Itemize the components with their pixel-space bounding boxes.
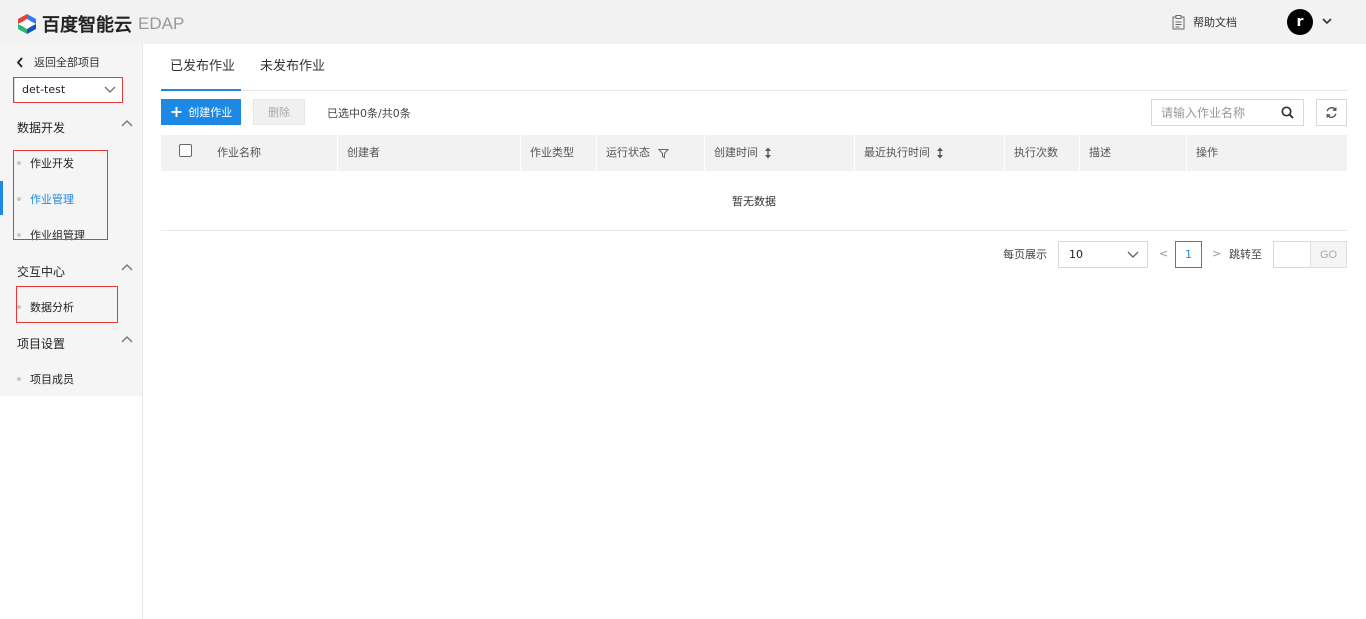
tab-unpublished-jobs[interactable]: 未发布作业 <box>260 55 325 74</box>
document-icon <box>1172 14 1185 29</box>
column-divider <box>1079 135 1080 171</box>
column-divider <box>337 135 338 171</box>
column-header-label: 运行状态 <box>606 146 650 159</box>
chevron-up-icon[interactable] <box>121 119 133 129</box>
column-divider <box>1004 135 1005 171</box>
chevron-up-icon[interactable] <box>121 335 133 345</box>
user-avatar[interactable]: r <box>1287 9 1313 35</box>
page-size-value: 10 <box>1069 248 1083 261</box>
page-button-current[interactable]: 1 <box>1175 241 1202 268</box>
product-name: EDAP <box>138 14 185 33</box>
column-header-job-type: 作业类型 <box>530 146 574 159</box>
help-docs-link[interactable]: 帮助文档 <box>1172 14 1237 30</box>
column-header-label: 最近执行时间 <box>864 146 930 159</box>
back-label: 返回全部项目 <box>34 56 100 69</box>
cloud-logo-icon <box>18 14 36 34</box>
table-empty-state: 暂无数据 <box>161 171 1347 231</box>
sort-icon[interactable] <box>936 147 944 159</box>
brand-logo[interactable]: 百度智能云 EDAP <box>16 11 184 37</box>
nav-group-data-dev[interactable]: 数据开发 <box>17 119 65 136</box>
refresh-icon <box>1326 107 1337 118</box>
page-size-select[interactable]: 10 <box>1058 241 1148 268</box>
back-to-projects-link[interactable]: 返回全部项目 <box>16 54 100 70</box>
chevron-down-icon[interactable] <box>1321 15 1333 27</box>
column-divider <box>596 135 597 171</box>
column-divider <box>854 135 855 171</box>
active-tab-underline <box>161 89 241 91</box>
column-header-description: 描述 <box>1089 146 1111 159</box>
highlight-box-project-select <box>13 77 123 103</box>
table-header: 作业名称 创建者 作业类型 运行状态 创建时间 最近执行时间 执行次数 描述 操… <box>161 135 1347 171</box>
jump-page-input[interactable] <box>1273 241 1311 268</box>
tab-published-jobs[interactable]: 已发布作业 <box>170 55 235 74</box>
filter-icon[interactable] <box>658 148 669 159</box>
refresh-button[interactable] <box>1316 99 1347 126</box>
prev-page-button[interactable]: < <box>1159 247 1168 260</box>
per-page-label: 每页展示 <box>1003 248 1047 261</box>
sidebar-item-project-members[interactable]: 项目成员 <box>17 371 74 387</box>
create-job-button[interactable]: + 创建作业 <box>161 99 241 125</box>
column-divider <box>1186 135 1187 171</box>
column-header-last-run-time[interactable]: 最近执行时间 <box>864 135 944 171</box>
job-search-box <box>1151 99 1304 126</box>
column-header-actions: 操作 <box>1196 146 1218 159</box>
help-docs-label: 帮助文档 <box>1193 16 1237 29</box>
column-header-label: 创建时间 <box>714 146 758 159</box>
plus-icon: + <box>169 102 184 121</box>
sidebar-item-label: 项目成员 <box>30 373 74 386</box>
highlight-box-data-analysis <box>16 286 118 323</box>
brand-name: 百度智能云 <box>42 15 132 36</box>
next-page-button[interactable]: > <box>1212 247 1221 260</box>
top-bar: 百度智能云 EDAP 帮助文档 r <box>0 0 1366 44</box>
create-job-label: 创建作业 <box>188 106 233 119</box>
column-header-creator: 创建者 <box>347 146 380 159</box>
nav-group-interaction[interactable]: 交互中心 <box>17 263 65 280</box>
bullet-icon <box>17 377 21 381</box>
search-icon[interactable] <box>1281 106 1294 119</box>
tabs-divider <box>161 90 1347 91</box>
column-header-created-time[interactable]: 创建时间 <box>714 135 772 171</box>
chevron-left-icon <box>16 56 23 68</box>
column-divider <box>520 135 521 171</box>
column-header-run-status[interactable]: 运行状态 <box>606 135 669 171</box>
chevron-down-icon <box>1127 251 1139 258</box>
column-divider <box>704 135 705 171</box>
select-all-checkbox[interactable] <box>179 144 192 157</box>
delete-button[interactable]: 删除 <box>253 99 305 125</box>
highlight-box-data-dev <box>13 150 108 240</box>
nav-group-project-settings[interactable]: 项目设置 <box>17 335 65 352</box>
go-button[interactable]: GO <box>1310 241 1347 268</box>
chevron-up-icon[interactable] <box>121 263 133 273</box>
column-header-job-name: 作业名称 <box>217 146 261 159</box>
selection-count: 已选中0条/共0条 <box>327 107 411 120</box>
job-search-input[interactable] <box>1152 100 1272 125</box>
sidebar-divider <box>142 44 143 619</box>
jump-to-label: 跳转至 <box>1229 248 1262 261</box>
active-indicator <box>0 181 3 215</box>
sort-icon[interactable] <box>764 147 772 159</box>
column-header-run-count: 执行次数 <box>1014 146 1058 159</box>
